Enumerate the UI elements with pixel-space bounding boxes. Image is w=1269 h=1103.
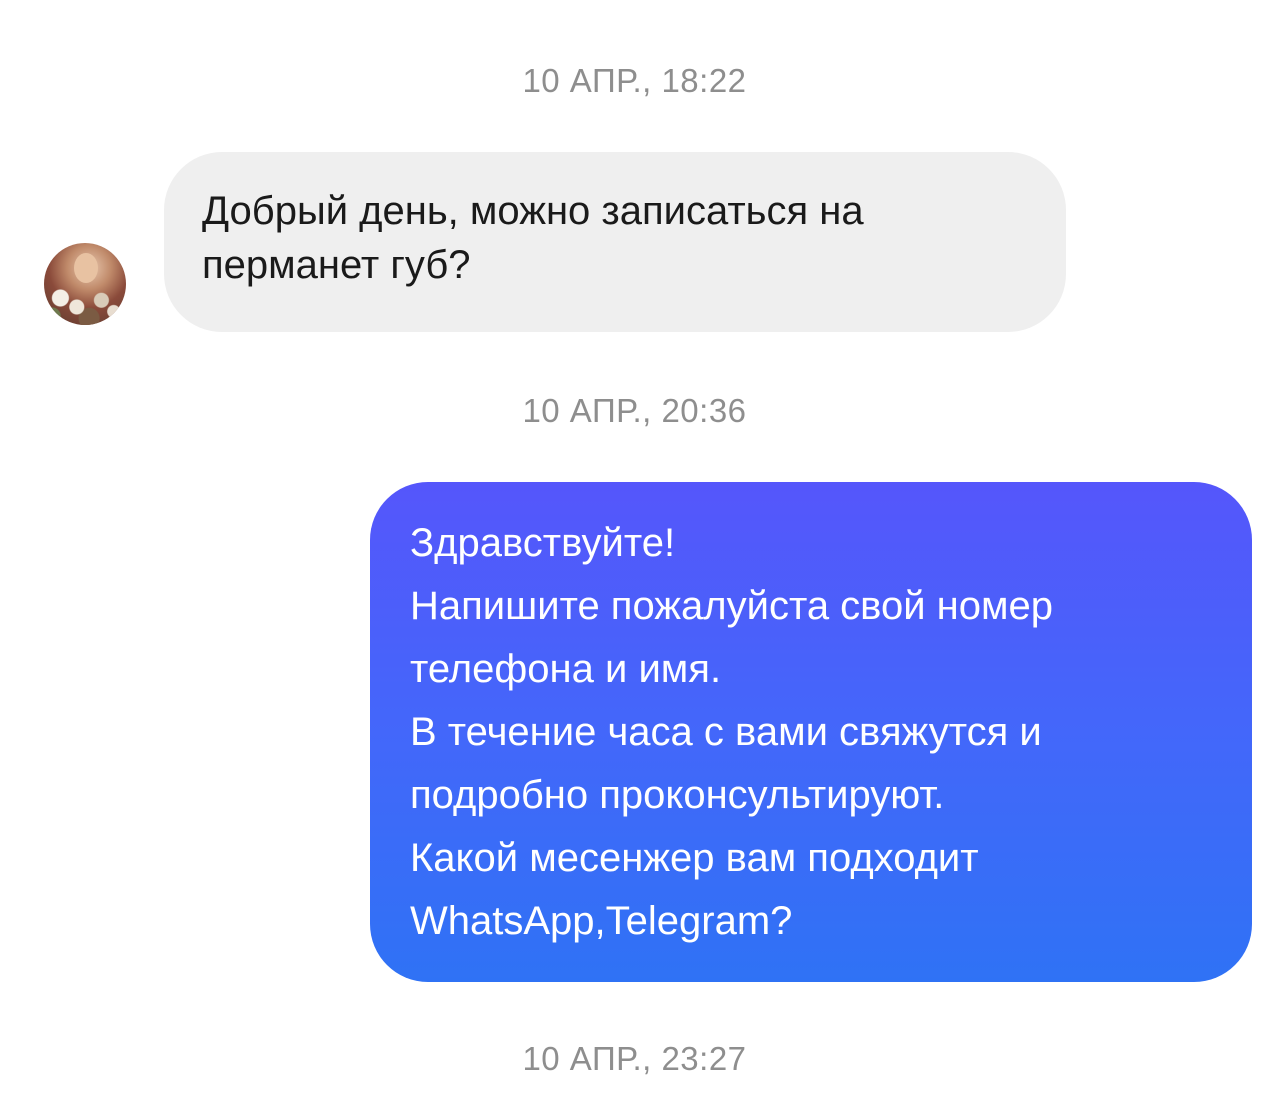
outgoing-message-line: Какой месенжер вам подходит [410,836,979,880]
message-timestamp: 10 АПР., 18:22 [522,62,747,99]
outgoing-message-line: Напишите пожалуйста свой номер [410,584,1054,628]
outgoing-message-line: телефона и имя. [410,647,722,691]
avatar-flowers [44,279,126,325]
incoming-message-line: перманет губ? [202,243,471,287]
outgoing-message-bubble[interactable]: Здравствуйте! Напишите пожалуйста свой н… [370,482,1252,982]
message-timestamp: 10 АПР., 23:27 [522,1040,747,1077]
outgoing-message-line: подробно проконсультируют. [410,773,945,817]
outgoing-message-line: Здравствуйте! [410,521,676,565]
outgoing-message-line: В течение часа с вами свяжутся и [410,710,1042,754]
outgoing-message-line: WhatsApp,Telegram? [410,899,793,943]
avatar-face [74,253,98,283]
incoming-message-bubble[interactable]: Добрый день, можно записаться на пермане… [164,152,1066,332]
sender-avatar[interactable] [44,243,126,325]
incoming-message-line: Добрый день, можно записаться на [202,189,864,233]
message-timestamp: 10 АПР., 20:36 [522,392,747,429]
